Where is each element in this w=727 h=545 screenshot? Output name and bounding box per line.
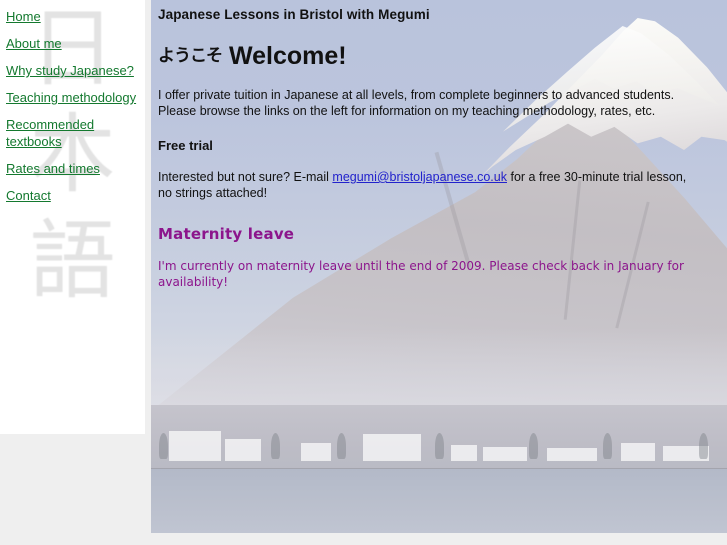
photo-tree <box>271 433 280 459</box>
main-content: Japanese Lessons in Bristol with Megumi … <box>151 0 727 533</box>
free-trial-paragraph: Interested but not sure? E-mail megumi@b… <box>158 169 703 201</box>
sidebar-item-home[interactable]: Home <box>6 8 138 25</box>
free-trial-text-before: Interested but not sure? E-mail <box>158 170 333 184</box>
photo-tree <box>603 433 612 459</box>
sidebar-item-why-study-japanese[interactable]: Why study Japanese? <box>6 62 138 79</box>
sidebar-nav: Home About me Why study Japanese? Teachi… <box>0 0 145 204</box>
sidebar-item-recommended-textbooks[interactable]: Recommended textbooks <box>6 116 138 150</box>
welcome-english-text: Welcome! <box>229 42 347 70</box>
sidebar: 日 本 語 Home About me Why study Japanese? … <box>0 0 145 434</box>
free-trial-heading: Free trial <box>158 138 213 153</box>
photo-building <box>621 443 655 461</box>
sidebar-item-about-me[interactable]: About me <box>6 35 138 52</box>
photo-tree <box>159 433 168 459</box>
photo-lakeside-town <box>151 405 727 471</box>
intro-paragraph: I offer private tuition in Japanese at a… <box>158 88 675 118</box>
email-link[interactable]: megumi@bristoljapanese.co.uk <box>332 170 507 184</box>
photo-building <box>169 431 221 461</box>
welcome-heading: ようこそ Welcome! <box>158 41 713 71</box>
photo-tree <box>699 433 708 459</box>
photo-building <box>225 439 261 461</box>
photo-building <box>363 434 421 461</box>
content-text-layer: Japanese Lessons in Bristol with Megumi … <box>151 0 727 290</box>
photo-building <box>301 443 331 461</box>
photo-building <box>483 447 527 461</box>
page-root: 日 本 語 Home About me Why study Japanese? … <box>0 0 727 545</box>
page-title: Japanese Lessons in Bristol with Megumi <box>158 7 430 22</box>
photo-building <box>451 445 477 461</box>
sidebar-item-teaching-methodology[interactable]: Teaching methodology <box>6 89 138 106</box>
photo-tree <box>435 433 444 459</box>
sidebar-item-rates-and-times[interactable]: Rates and times <box>6 160 138 177</box>
maternity-leave-heading: Maternity leave <box>158 225 295 243</box>
sidebar-item-contact[interactable]: Contact <box>6 187 138 204</box>
welcome-japanese-text: ようこそ <box>158 46 223 66</box>
kanji-go: 語 <box>29 211 116 311</box>
photo-lake <box>151 469 727 533</box>
photo-tree <box>337 433 346 459</box>
photo-building <box>547 448 597 461</box>
maternity-leave-paragraph: I'm currently on maternity leave until t… <box>158 259 684 289</box>
photo-tree <box>529 433 538 459</box>
